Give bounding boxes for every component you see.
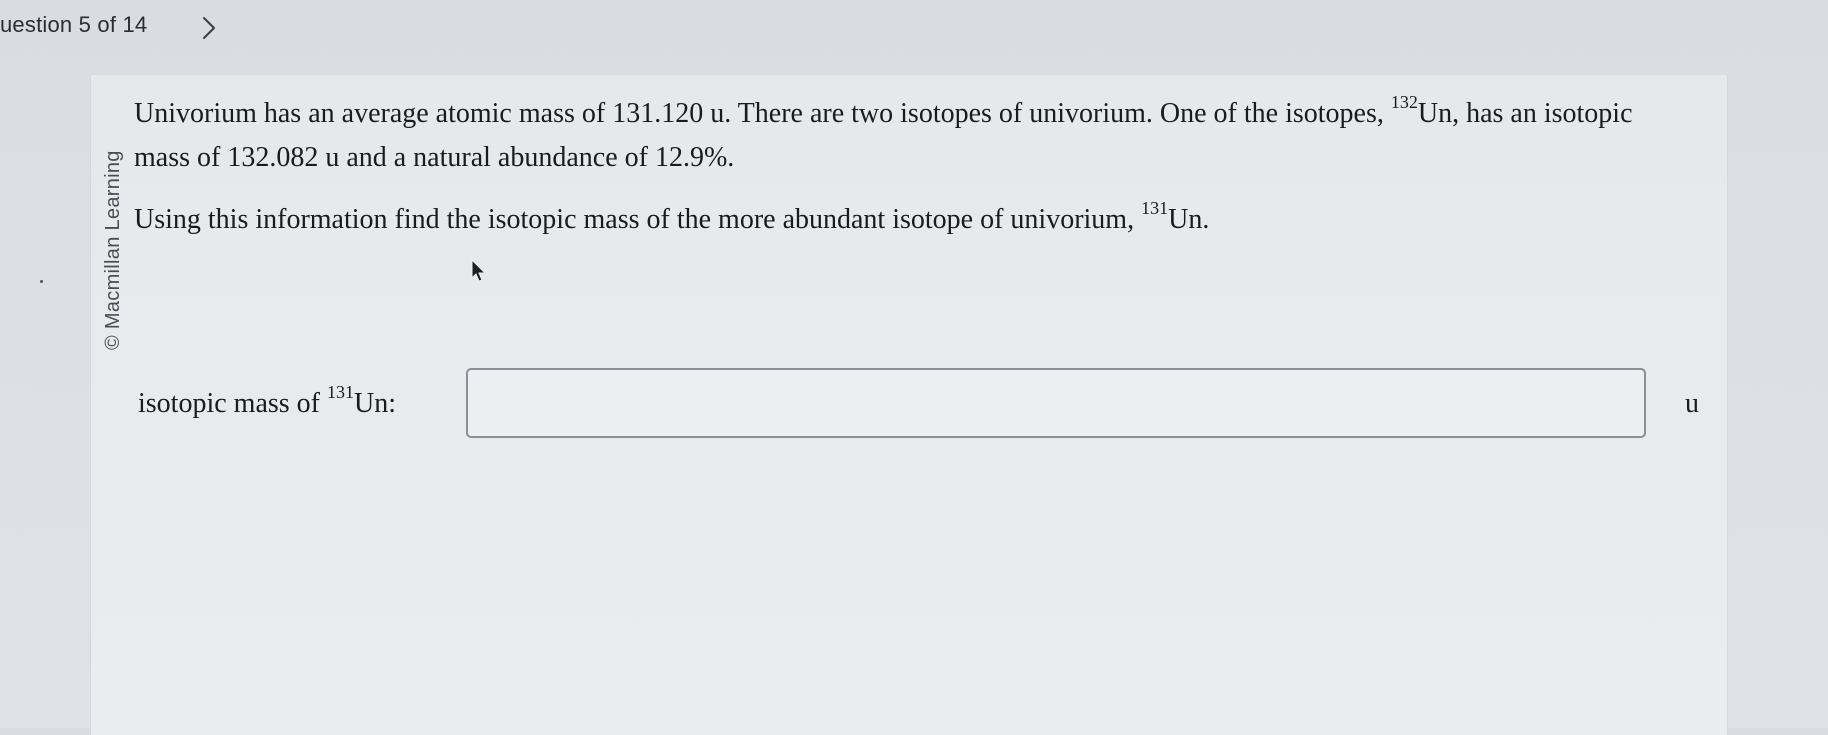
- answer-row: isotopic mass of 131Un: u: [138, 368, 1699, 444]
- copyright-notice: © Macmillan Learning: [100, 92, 130, 352]
- mouse-pointer-icon: [470, 258, 488, 286]
- question-paragraph-2: Using this information find the isotopic…: [134, 197, 1210, 235]
- question-text: Univorium has an average atomic mass of …: [134, 92, 1694, 242]
- screen-speck: [40, 280, 43, 283]
- copyright-text: © Macmillan Learning: [102, 150, 124, 350]
- unit-label: u: [1685, 388, 1699, 419]
- isotopic-mass-input[interactable]: [466, 368, 1646, 438]
- chevron-right-icon[interactable]: [198, 14, 220, 42]
- answer-label: isotopic mass of 131Un:: [138, 381, 396, 419]
- top-bar: uestion 5 of 14: [0, 0, 1828, 58]
- question-paragraph-1: Univorium has an average atomic mass of …: [134, 91, 1633, 173]
- question-counter: uestion 5 of 14: [0, 12, 148, 37]
